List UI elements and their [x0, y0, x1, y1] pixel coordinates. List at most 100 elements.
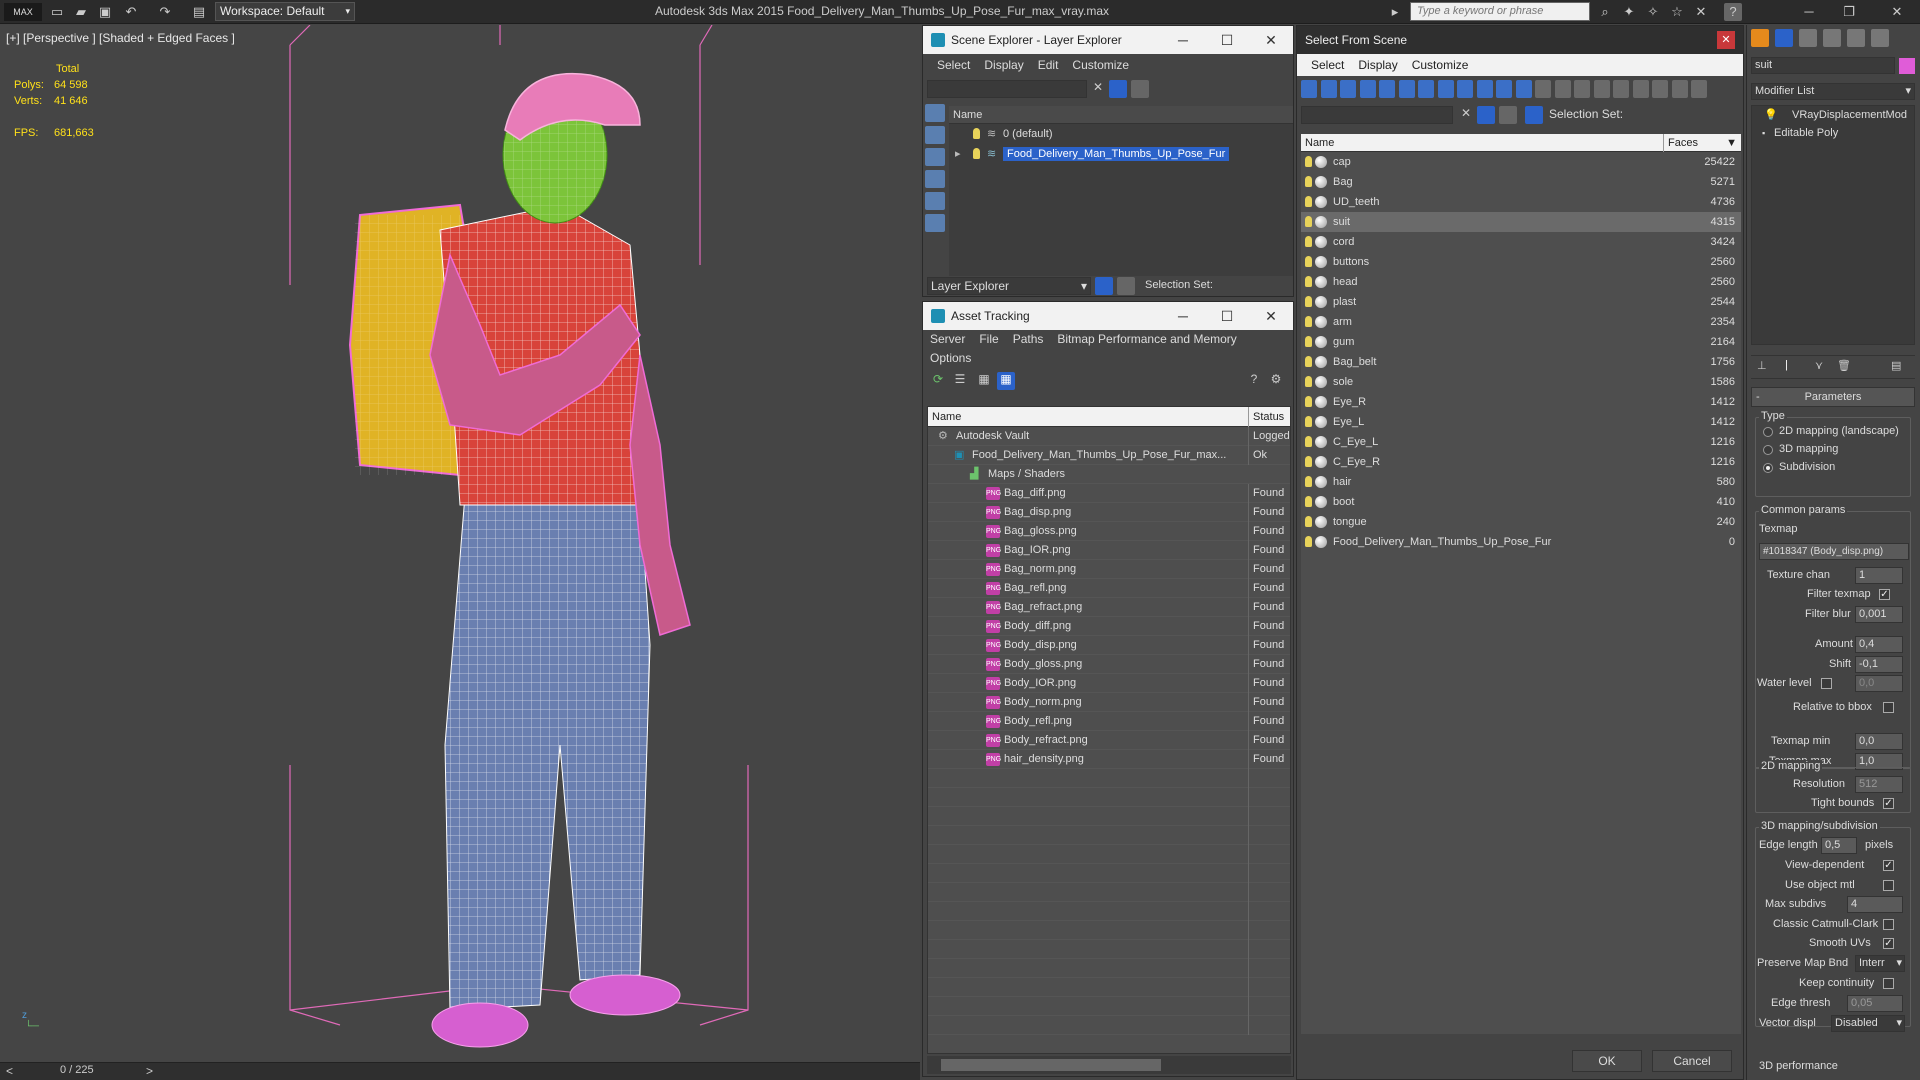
object-row[interactable]: gum 2164 [1301, 332, 1741, 352]
filter-geometry-icon[interactable] [1301, 80, 1317, 98]
layer-column-header[interactable]: Name [949, 106, 1293, 124]
filter-cameras-icon[interactable] [1359, 80, 1376, 98]
display-objects-icon[interactable] [925, 104, 945, 122]
col-status-header[interactable]: Status [1248, 407, 1284, 427]
light-bulb-icon[interactable] [1305, 436, 1312, 447]
object-row[interactable]: plast 2544 [1301, 292, 1741, 312]
new-file-icon[interactable]: ▭ [48, 3, 66, 21]
restore-icon[interactable]: ❐ [1840, 3, 1858, 21]
make-unique-icon[interactable]: ⋎ [1815, 359, 1833, 377]
asset-row[interactable]: PNG Bag_IOR.png Found [928, 541, 1290, 560]
object-name-field[interactable]: suit [1751, 57, 1895, 74]
close-icon[interactable]: ✕ [1888, 3, 1906, 21]
light-bulb-icon[interactable] [1305, 456, 1312, 467]
filter-groups-icon[interactable] [1418, 80, 1434, 98]
texture-chan-spinner[interactable]: 1 [1855, 567, 1903, 584]
asset-row[interactable]: PNG Body_refl.png Found [928, 712, 1290, 731]
binoculars-icon[interactable]: ⌕ [1596, 3, 1614, 21]
light-bulb-icon[interactable] [1305, 196, 1312, 207]
undo-icon[interactable]: ↶ [122, 3, 140, 21]
filter-hidden-icon[interactable] [1515, 80, 1532, 98]
filter-select-invert-icon[interactable] [1632, 80, 1649, 98]
col-name-header[interactable]: Name [1305, 134, 1334, 152]
preserve-map-bnd-dropdown[interactable]: Interr ▾ [1855, 955, 1905, 972]
close-icon[interactable]: ✕ [1249, 302, 1293, 330]
table-view-icon[interactable]: ▦ [997, 372, 1015, 390]
object-row[interactable]: sole 1586 [1301, 372, 1741, 392]
water-level-spinner[interactable]: 0,0 [1855, 675, 1903, 692]
minimize-icon[interactable]: ─ [1161, 302, 1205, 330]
asset-row[interactable]: PNG Bag_norm.png Found [928, 560, 1290, 579]
redo-icon[interactable]: ↷ [156, 3, 174, 21]
asset-row[interactable]: PNG Body_gloss.png Found [928, 655, 1290, 674]
horizontal-scrollbar[interactable] [927, 1056, 1291, 1074]
filter-collapse-icon[interactable] [1691, 80, 1707, 98]
object-row[interactable]: boot 410 [1301, 492, 1741, 512]
light-bulb-icon[interactable]: 💡 [1764, 106, 1778, 124]
asset-row[interactable]: ⚙ Autodesk Vault Logged [928, 427, 1290, 446]
hierarchy-tab-icon[interactable] [1799, 29, 1817, 47]
radio-2d-mapping[interactable] [1763, 427, 1773, 437]
expand-arrow-icon[interactable]: ▸ [955, 144, 961, 164]
radio-subdivision[interactable] [1763, 463, 1773, 473]
utilities-tab-icon[interactable] [1871, 29, 1889, 47]
thumbnail-view-icon[interactable]: ▦ [975, 372, 993, 390]
light-bulb-icon[interactable] [1305, 236, 1312, 247]
filter-lights-icon[interactable] [1340, 80, 1356, 98]
asset-row[interactable]: PNG Body_norm.png Found [928, 693, 1290, 712]
modify-tab-icon[interactable] [1775, 29, 1793, 47]
object-row[interactable]: hair 580 [1301, 472, 1741, 492]
layers-mode-icon[interactable] [1095, 277, 1113, 295]
pin-stack-icon[interactable]: ⊥ [1757, 359, 1775, 377]
menu-bitmap-performance[interactable]: Bitmap Performance and Memory [1057, 332, 1236, 346]
amount-spinner[interactable]: 0,4 [1855, 636, 1903, 653]
workspace-dropdown[interactable]: Workspace: Default ▾ [215, 2, 355, 21]
cancel-button[interactable]: Cancel [1652, 1050, 1732, 1072]
search-input[interactable]: Type a keyword or phrase [1410, 2, 1590, 21]
asset-row[interactable]: ▟ Maps / Shaders [928, 465, 1290, 484]
catmull-clark-checkbox[interactable] [1883, 919, 1894, 930]
object-row[interactable]: UD_teeth 4736 [1301, 192, 1741, 212]
filter-sort-icon[interactable] [1652, 80, 1668, 98]
light-bulb-icon[interactable] [1305, 496, 1312, 507]
texmap-button[interactable]: #1018347 (Body_disp.png) [1759, 543, 1909, 560]
use-object-mtl-checkbox[interactable] [1883, 880, 1894, 891]
light-bulb-icon[interactable] [1305, 296, 1312, 307]
menu-server[interactable]: Server [930, 332, 965, 346]
smooth-uvs-checkbox[interactable]: ✓ [1883, 938, 1894, 949]
asset-row[interactable]: ▣ Food_Delivery_Man_Thumbs_Up_Pose_Fur_ma… [928, 446, 1290, 465]
filter-bones-icon[interactable] [1457, 80, 1473, 98]
filter-helpers-icon[interactable] [1379, 80, 1395, 98]
menu-edit[interactable]: Edit [1038, 58, 1059, 72]
asset-row[interactable]: PNG Bag_disp.png Found [928, 503, 1290, 522]
object-row[interactable]: Bag_belt 1756 [1301, 352, 1741, 372]
light-bulb-icon[interactable] [1305, 476, 1312, 487]
find-input[interactable] [1301, 106, 1453, 124]
display-cameras-icon[interactable] [925, 192, 945, 210]
menu-select[interactable]: Select [1311, 58, 1344, 72]
object-row[interactable]: arm 2354 [1301, 312, 1741, 332]
modifier-list-dropdown[interactable]: Modifier List ▾ [1751, 83, 1915, 100]
object-row[interactable]: cord 3424 [1301, 232, 1741, 252]
filter-blur-spinner[interactable]: 0,001 [1855, 606, 1903, 623]
menu-file[interactable]: File [979, 332, 998, 346]
perspective-viewport[interactable]: [+] [Perspective ] [Shaded + Edged Faces… [0, 25, 920, 1065]
filter-select-none-icon[interactable] [1613, 80, 1629, 98]
filter-hierarchy-icon[interactable] [1671, 80, 1688, 98]
filter-invert-display-icon[interactable] [1574, 80, 1590, 98]
filter-display-all-icon[interactable] [1535, 80, 1551, 98]
stack-item-editable-poly[interactable]: ▪ Editable Poly [1752, 124, 1914, 142]
light-bulb-icon[interactable] [1305, 376, 1312, 387]
light-bulb-icon[interactable] [973, 148, 980, 159]
filter-select-all-icon[interactable] [1593, 80, 1610, 98]
menu-customize[interactable]: Customize [1072, 58, 1129, 72]
max-subdivs-spinner[interactable]: 4 [1847, 896, 1903, 913]
filter-display-none-icon[interactable] [1554, 80, 1571, 98]
show-end-result-icon[interactable]: | [1785, 359, 1803, 377]
layer-row-food-delivery[interactable]: ▸ ≋ Food_Delivery_Man_Thumbs_Up_Pose_Fur [949, 144, 1293, 164]
texmap-min-spinner[interactable]: 0,0 [1855, 733, 1903, 750]
light-bulb-icon[interactable] [1305, 176, 1312, 187]
next-frame-icon[interactable]: > [146, 1064, 153, 1078]
layer-row-default[interactable]: ≋ 0 (default) [949, 124, 1293, 144]
time-slider[interactable]: < 0 / 225 > [0, 1062, 920, 1080]
